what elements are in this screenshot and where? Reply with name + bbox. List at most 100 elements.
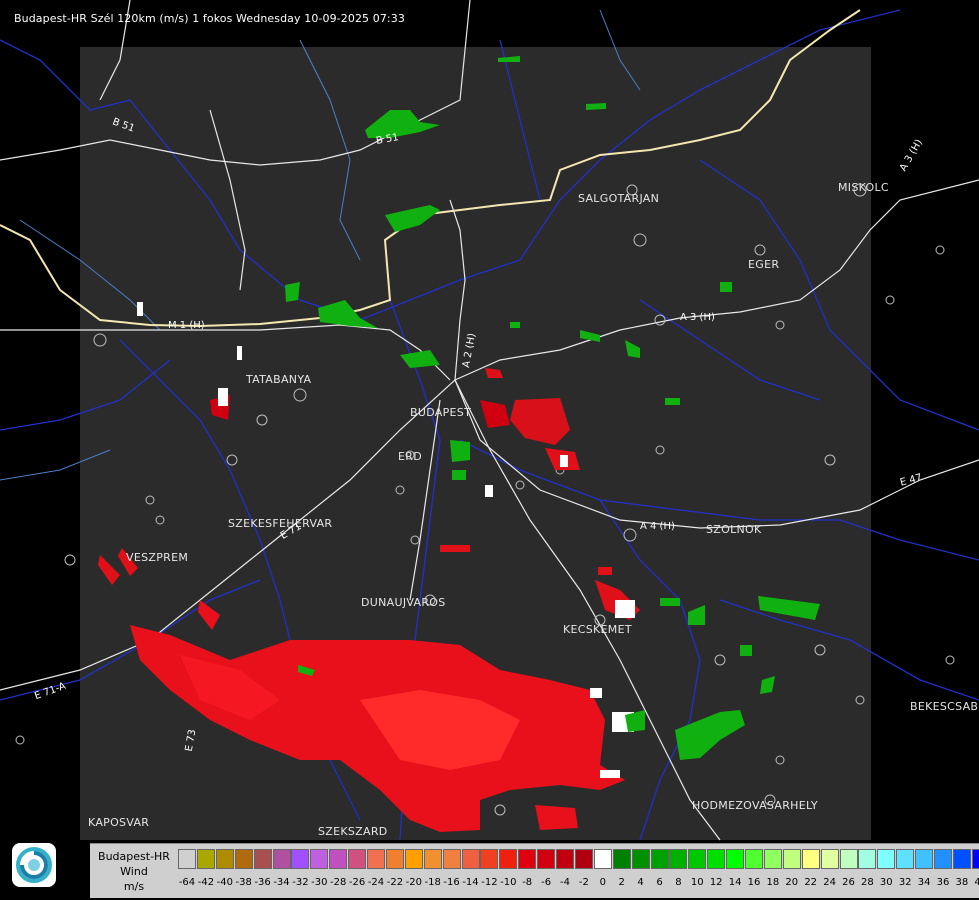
- legend-swatch: [537, 849, 556, 869]
- city-label-szekszard: SZEKSZARD: [318, 825, 388, 838]
- legend-swatch: [253, 849, 272, 869]
- legend-tick-label: 10: [690, 877, 704, 888]
- legend-tick-label: 36: [936, 877, 950, 888]
- legend-swatch: [348, 849, 367, 869]
- legend-swatch: [367, 849, 385, 869]
- legend-tick-label: -34: [273, 877, 290, 888]
- legend-tick-label: -10: [500, 877, 517, 888]
- legend-swatch: [952, 849, 971, 869]
- legend-swatch: [801, 849, 820, 869]
- legend-tick-label: -30: [311, 877, 328, 888]
- legend-tick-label: 38: [955, 877, 969, 888]
- legend-swatch: [688, 849, 707, 869]
- legend-tick-label: -16: [443, 877, 460, 888]
- legend-title-source: Budapest-HR: [98, 850, 170, 863]
- legend-swatch: [556, 849, 574, 869]
- city-label-dunaujvaros: DUNAUJVAROS: [361, 596, 446, 609]
- legend-tick-label: 2: [618, 877, 625, 888]
- legend-swatch: [877, 849, 896, 869]
- legend-swatch: [934, 849, 952, 869]
- legend-tick-label: 34: [917, 877, 931, 888]
- legend-swatch: [915, 849, 934, 869]
- legend-title: Budapest-HR Wind m/s: [90, 844, 178, 898]
- legend-tick-label: -20: [405, 877, 422, 888]
- legend-tick-label: -38: [235, 877, 252, 888]
- legend-swatch: [726, 849, 745, 869]
- legend-swatch: [385, 849, 404, 869]
- legend-tick-label: 6: [656, 877, 663, 888]
- legend-tick-label: 26: [842, 877, 855, 888]
- city-label-erd: ERD: [398, 450, 422, 463]
- legend-tick-label: -22: [386, 877, 404, 888]
- legend-tick-label: 12: [709, 877, 723, 888]
- legend-swatch: [669, 849, 688, 869]
- legend-swatch: [215, 849, 234, 869]
- legend-tick-label: 30: [879, 877, 893, 888]
- legend-swatch: [442, 849, 461, 869]
- legend-swatch: [858, 849, 877, 869]
- city-label-salgotarjan: SALGOTARJAN: [578, 192, 660, 205]
- legend-swatch: [574, 849, 593, 869]
- legend-tick-label: 4: [637, 877, 644, 888]
- legend-swatch: [631, 849, 650, 869]
- city-label-kecskemet: KECSKEMET: [563, 623, 632, 636]
- legend-swatch: [518, 849, 537, 869]
- city-label-tatabanya: TATABANYA: [246, 373, 312, 386]
- legend-tick-label: -24: [367, 877, 385, 888]
- legend-swatch: [896, 849, 915, 869]
- legend-title-quantity: Wind: [120, 865, 148, 878]
- legend-tick-label: -4: [560, 877, 570, 888]
- legend-tick-label: 14: [728, 877, 742, 888]
- road-label-m4: A 4 (H): [640, 521, 675, 532]
- legend-swatch: [291, 849, 310, 869]
- road-label-m1: M 1 (H): [168, 320, 205, 331]
- legend-swatch: [782, 849, 801, 869]
- legend-tick-label: -42: [197, 877, 215, 888]
- legend-tick-label: -28: [330, 877, 347, 888]
- legend-tick-label: 24: [823, 877, 836, 888]
- city-label-szolnok: SZOLNOK: [706, 523, 762, 536]
- legend-tick-label: -36: [254, 877, 271, 888]
- city-label-budapest: BUDAPEST: [410, 406, 472, 419]
- legend-tick-label: -26: [348, 877, 366, 888]
- city-label-miskolc: MISKOLC: [838, 181, 889, 194]
- legend-tick-label: 20: [785, 877, 799, 888]
- legend-tick-label: 32: [898, 877, 912, 888]
- radar-map: [0, 0, 979, 841]
- legend-swatch: [178, 849, 196, 869]
- omsz-logo: [12, 843, 56, 887]
- legend-tick-label: -2: [578, 877, 589, 888]
- legend-tick-label: -6: [541, 877, 552, 888]
- legend-tick-label: -18: [424, 877, 441, 888]
- city-label-eger: EGER: [748, 258, 780, 271]
- legend-tick-label: -14: [462, 877, 479, 888]
- legend-tick-label: 8: [675, 877, 682, 888]
- legend-swatch: [480, 849, 499, 869]
- legend-tick-label: -40: [216, 877, 233, 888]
- city-label-szekesfehervar: SZEKESFEHERVAR: [228, 517, 333, 530]
- legend-swatch: [461, 849, 480, 869]
- legend-swatch: [310, 849, 329, 869]
- legend-swatch: [196, 849, 215, 869]
- city-label-veszprem: VESZPREM: [126, 551, 189, 564]
- legend-title-unit: m/s: [123, 880, 145, 893]
- legend-tick-label: -64: [178, 877, 196, 888]
- legend-tick-label: 16: [747, 877, 761, 888]
- city-label-bekescsaba: BEKESCSAB: [910, 700, 979, 713]
- city-label-kaposvar: KAPOSVAR: [88, 816, 150, 829]
- city-label-hodmezovasarhely: HODMEZOVASARHELY: [692, 799, 818, 812]
- legend-swatch: [404, 849, 423, 869]
- legend-tick-label: 40: [974, 877, 979, 888]
- swirl-logo-icon: [16, 847, 52, 883]
- legend-swatch: [745, 849, 763, 869]
- legend-swatch: [612, 849, 631, 869]
- legend-tick-label: -32: [292, 877, 309, 888]
- legend-swatch: [329, 849, 348, 869]
- legend-swatch: [763, 849, 782, 869]
- legend-tick-label: -12: [481, 877, 498, 888]
- legend-tick-label: 0: [599, 877, 606, 888]
- legend-tick-label: 28: [861, 877, 874, 888]
- legend-swatch: [650, 849, 669, 869]
- legend-swatch: [707, 849, 726, 869]
- legend-swatch: [234, 849, 253, 869]
